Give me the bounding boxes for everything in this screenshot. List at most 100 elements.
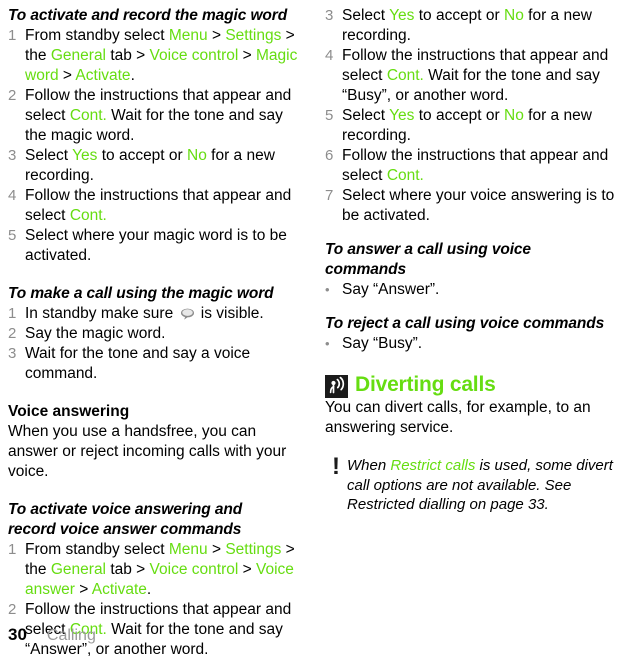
step-text: Select Yes to accept or No for a new rec… bbox=[25, 146, 303, 186]
step-number: 7 bbox=[325, 187, 334, 204]
step-number: 6 bbox=[325, 147, 334, 164]
step-text: In standby make sure is visible. bbox=[25, 304, 303, 324]
steps-make-call-magic-word: 1 In standby make sure is visible. 2 Say th… bbox=[8, 304, 303, 384]
text-run: Select where your magic word is to be ac… bbox=[25, 227, 287, 264]
voice-answering-body: When you use a handsfree, you can answer… bbox=[8, 423, 287, 480]
text-run: Say “Busy”. bbox=[342, 335, 423, 352]
text-run: > bbox=[207, 27, 226, 44]
step-text: From standby select Menu > Settings > th… bbox=[25, 26, 303, 86]
bullet-item: • Say “Answer”. bbox=[325, 280, 628, 300]
numbered-step: 4 Follow the instructions that appear and… bbox=[8, 186, 303, 226]
page-footer: 30 Calling bbox=[8, 625, 96, 645]
ui-term: Menu bbox=[168, 27, 208, 44]
ui-term: Restrict calls bbox=[390, 457, 476, 474]
text-run: to accept or bbox=[97, 147, 188, 164]
step-text: Select where your magic word is to be ac… bbox=[25, 226, 303, 266]
text-run: > bbox=[207, 541, 226, 558]
ui-term: Voice control bbox=[149, 561, 239, 578]
step-text: Select where your voice answering is to … bbox=[342, 186, 628, 226]
ui-term: Yes bbox=[389, 7, 415, 24]
numbered-step: 2 Say the magic word. bbox=[8, 324, 303, 344]
text-run: Follow the instructions that appear and … bbox=[342, 147, 609, 184]
step-text: From standby select Menu > Settings > th… bbox=[25, 540, 303, 600]
right-column: 3 Select Yes to accept or No for a new re… bbox=[317, 6, 634, 660]
step-text: Follow the instructions that appear and … bbox=[25, 186, 303, 226]
ui-term: No bbox=[504, 7, 524, 24]
manual-page: To activate and record the magic word 1F… bbox=[0, 0, 634, 658]
step-number: 2 bbox=[8, 325, 17, 342]
text-run: When bbox=[347, 457, 391, 474]
step-text: Say the magic word. bbox=[25, 324, 303, 344]
step-number: 5 bbox=[325, 107, 334, 124]
text-run: to accept or bbox=[414, 7, 505, 24]
numbered-step: 1 From standby select Menu > Settings > t… bbox=[8, 26, 303, 86]
ui-term: Cont. bbox=[69, 107, 107, 124]
bullets-reject-call-voice: • Say “Busy”. bbox=[325, 334, 628, 354]
numbered-step: 3 Wait for the tone and say a voice comma… bbox=[8, 344, 303, 384]
procedure-heading-activate-voice-answering-line2: record voice answer commands bbox=[8, 521, 242, 538]
step-number: 4 bbox=[8, 187, 17, 204]
text-run: In standby make sure bbox=[25, 305, 178, 322]
step-number: 2 bbox=[8, 87, 17, 104]
text-run: > bbox=[238, 47, 256, 64]
ui-term: Settings bbox=[225, 27, 282, 44]
step-number: 2 bbox=[8, 601, 17, 618]
ui-term: Settings bbox=[225, 541, 282, 558]
speech-bubble-icon bbox=[180, 306, 195, 320]
two-column-layout: To activate and record the magic word 1F… bbox=[0, 0, 634, 660]
ui-term: Cont. bbox=[69, 207, 107, 224]
procedure-heading-make-call-magic-word: To make a call using the magic word bbox=[8, 285, 274, 302]
ui-term: Menu bbox=[168, 541, 208, 558]
text-run: Select bbox=[342, 7, 390, 24]
numbered-step: 5 Select where your magic word is to be a… bbox=[8, 226, 303, 266]
ui-term: General bbox=[50, 561, 107, 578]
bullet-item: • Say “Busy”. bbox=[325, 334, 628, 354]
step-number: 3 bbox=[8, 345, 17, 362]
numbered-step: 1 In standby make sure is visible. bbox=[8, 304, 303, 324]
step-text: Select Yes to accept or No for a new rec… bbox=[342, 106, 628, 146]
step-number: 3 bbox=[8, 147, 17, 164]
bullets-answer-call-voice: • Say “Answer”. bbox=[325, 280, 628, 300]
text-run: Say “Answer”. bbox=[342, 281, 440, 298]
procedure-heading-reject-call-voice: To reject a call using voice commands bbox=[325, 315, 605, 332]
numbered-step: 4 Follow the instructions that appear and… bbox=[325, 46, 628, 106]
text-run: > bbox=[238, 561, 256, 578]
note-text: When Restrict calls is used, some divert… bbox=[347, 456, 628, 515]
text-run: Select bbox=[342, 107, 390, 124]
procedure-heading-answer-call-voice-line2: commands bbox=[325, 261, 407, 278]
text-run: Follow the instructions that appear and … bbox=[25, 187, 292, 224]
procedure-heading-activate-magic-word: To activate and record the magic word bbox=[8, 7, 288, 24]
ui-term: General bbox=[50, 47, 107, 64]
numbered-step: 7 Select where your voice answering is to… bbox=[325, 186, 628, 226]
text-run: . bbox=[146, 581, 152, 598]
ui-term: Voice control bbox=[149, 47, 239, 64]
procedure-heading-activate-voice-answering-line1: To activate voice answering and bbox=[8, 501, 243, 518]
bullet-text: Say “Busy”. bbox=[342, 334, 422, 354]
ui-term: Cont. bbox=[386, 167, 424, 184]
bullet-marker: • bbox=[325, 282, 330, 297]
diverting-calls-icon bbox=[325, 375, 348, 398]
chapter-title: Diverting calls bbox=[355, 373, 496, 396]
numbered-step: 6 Follow the instructions that appear and… bbox=[325, 146, 628, 186]
text-run: > bbox=[58, 67, 76, 84]
procedure-heading-answer-call-voice-line1: To answer a call using voice bbox=[325, 241, 531, 258]
diverting-calls-body: You can divert calls, for example, to an… bbox=[325, 399, 591, 436]
text-run: tab > bbox=[106, 47, 150, 64]
numbered-step: 5 Select Yes to accept or No for a new re… bbox=[325, 106, 628, 146]
ui-term: Activate bbox=[75, 67, 131, 84]
text-run: From standby select bbox=[25, 27, 169, 44]
steps-activate-voice-answering-continued: 3 Select Yes to accept or No for a new re… bbox=[325, 6, 628, 226]
text-run: From standby select bbox=[25, 541, 169, 558]
numbered-step: 3 Select Yes to accept or No for a new re… bbox=[8, 146, 303, 186]
text-run: to accept or bbox=[414, 107, 505, 124]
step-text: Follow the instructions that appear and … bbox=[25, 86, 303, 146]
text-run: Wait for the tone and say a voice comman… bbox=[25, 345, 251, 382]
ui-term: No bbox=[187, 147, 207, 164]
step-number: 5 bbox=[8, 227, 17, 244]
ui-term: Yes bbox=[389, 107, 415, 124]
